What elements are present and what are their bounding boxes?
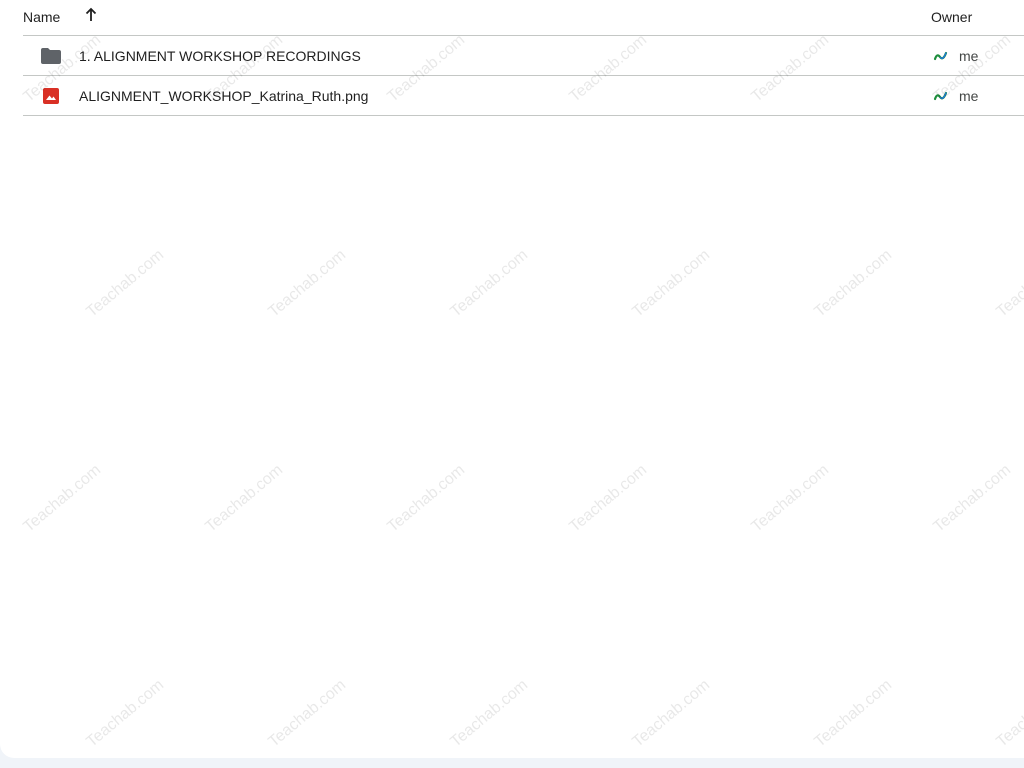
file-list-panel: Name Owner 1. ALIGNMENT WORKSHOP RECORDI… [0,0,1024,758]
watermark-text: Teachab.com [993,246,1024,321]
watermark-text: Teachab.com [447,676,532,751]
watermark-text: Teachab.com [811,676,896,751]
watermark-text: Teachab.com [629,676,714,751]
watermark-text: Teachab.com [566,461,651,536]
watermark-text: Teachab.com [811,246,896,321]
arrow-up-icon [85,7,97,21]
file-name: 1. ALIGNMENT WORKSHOP RECORDINGS [79,48,361,64]
name-column-header[interactable]: Name [23,9,60,25]
owner-column-header[interactable]: Owner [931,9,972,25]
watermark-text: Teachab.com [265,676,350,751]
watermark-text: Teachab.com [20,461,105,536]
file-name: ALIGNMENT_WORKSHOP_Katrina_Ruth.png [79,88,369,104]
watermark-text: Teachab.com [83,676,168,751]
name-column-label: Name [23,9,61,25]
watermark-text: Teachab.com [384,461,469,536]
folder-icon [40,46,62,66]
watermark-text: Teachab.com [748,461,833,536]
owner-name: me [959,48,979,64]
sort-direction-button[interactable] [80,4,102,26]
file-list-header: Name Owner [23,0,1024,36]
watermark-text: Teachab.com [265,246,350,321]
owner-name: me [959,88,979,104]
file-row-image[interactable]: ALIGNMENT_WORKSHOP_Katrina_Ruth.png me [23,76,1024,116]
watermark-text: Teachab.com [629,246,714,321]
file-row-folder[interactable]: 1. ALIGNMENT WORKSHOP RECORDINGS me [23,36,1024,76]
watermark-text: Teachab.com [993,676,1024,751]
watermark-text: Teachab.com [202,461,287,536]
owner-avatar-icon [933,88,949,104]
watermark-text: Teachab.com [930,461,1015,536]
watermark-text: Teachab.com [447,246,532,321]
owner-avatar-icon [933,48,949,64]
image-file-icon [40,86,62,106]
watermark-text: Teachab.com [83,246,168,321]
